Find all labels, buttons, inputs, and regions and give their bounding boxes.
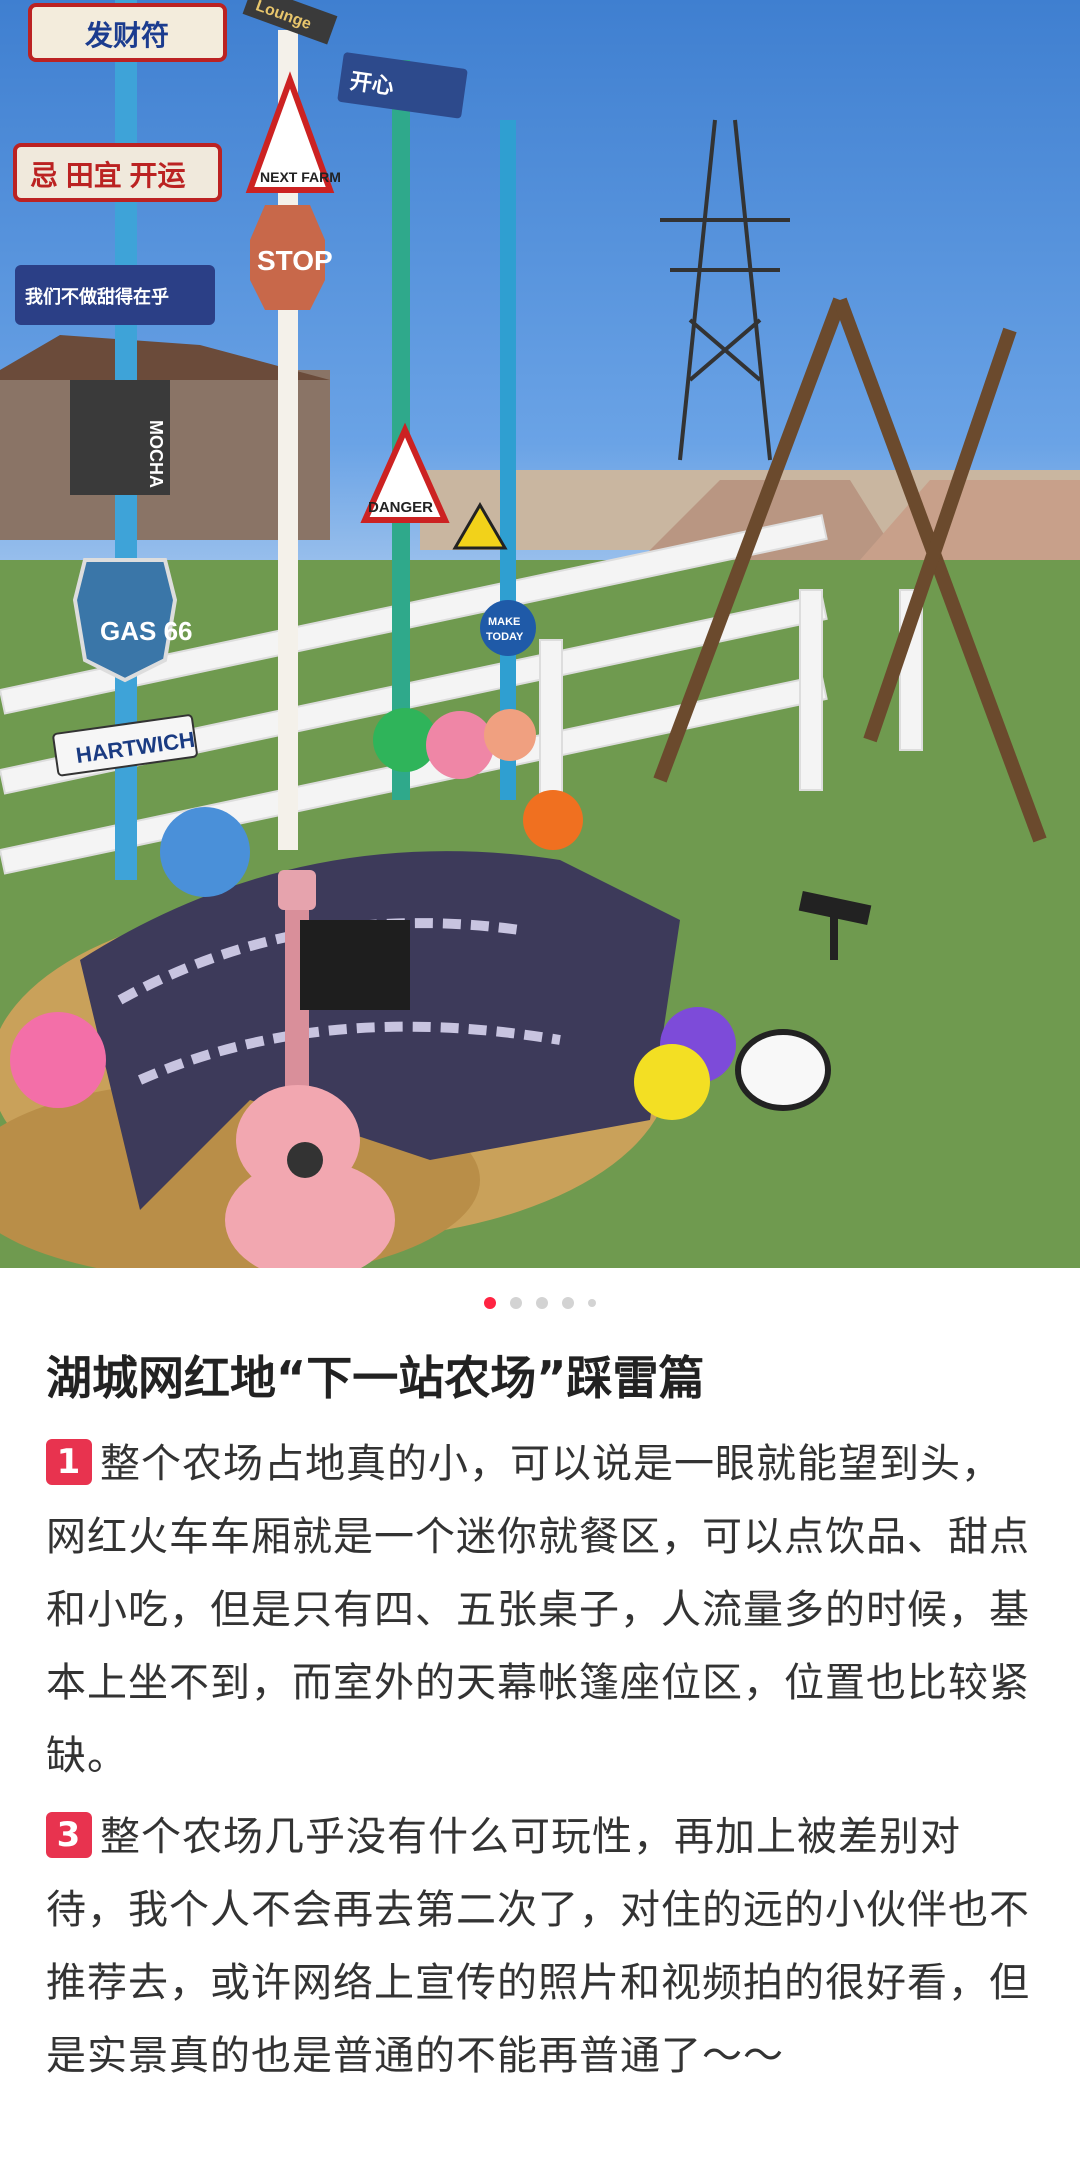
svg-text:DANGER: DANGER (368, 499, 433, 516)
carousel-indicator[interactable] (0, 1268, 1080, 1338)
svg-text:忌 田宜 开运: 忌 田宜 开运 (30, 159, 186, 191)
svg-text:GAS 66: GAS 66 (100, 616, 193, 646)
carousel-dot-2[interactable] (510, 1297, 522, 1309)
paragraph-1: 1 整个农场占地真的小，可以说是一眼就能望到头，网红火车车厢就是一个迷你就餐区，可… (46, 1428, 1034, 1793)
post-title: 湖城网红地“下一站农场”踩雷篇 (46, 1351, 705, 1405)
svg-text:我们不做甜得在乎: 我们不做甜得在乎 (25, 286, 169, 307)
svg-text:NEXT FARM: NEXT FARM (260, 169, 341, 185)
post-content: 湖城网红地“下一站农场”踩雷篇 1 整个农场占地真的小，可以说是一眼就能望到头，网… (0, 1346, 1080, 2093)
paragraph-2-text: 整个农场几乎没有什么可玩性，再加上被差别对待，我个人不会再去第二次了，对住的远的… (46, 1814, 1030, 2079)
number-badge-3: 3 (46, 1812, 92, 1858)
svg-text:MOCHA: MOCHA (146, 420, 166, 488)
post-photo[interactable]: 发财符 忌 田宜 开运 我们不做甜得在乎 NEXT FARM STOP 开心 D… (0, 0, 1080, 1268)
svg-text:发财符: 发财符 (84, 19, 169, 51)
carousel-dot-4[interactable] (562, 1297, 574, 1309)
paragraph-1-text: 整个农场占地真的小，可以说是一眼就能望到头，网红火车车厢就是一个迷你就餐区，可以… (46, 1441, 1030, 1779)
number-badge-1: 1 (46, 1439, 92, 1485)
carousel-dot-1[interactable] (484, 1297, 496, 1309)
svg-text:TODAY: TODAY (486, 631, 524, 643)
svg-text:MAKE: MAKE (488, 616, 520, 628)
carousel-dot-3[interactable] (536, 1297, 548, 1309)
carousel-dot-5[interactable] (588, 1299, 596, 1307)
svg-text:STOP: STOP (257, 245, 333, 276)
paragraph-2: 3 整个农场几乎没有什么可玩性，再加上被差别对待，我个人不会再去第二次了，对住的远… (46, 1801, 1034, 2093)
farm-scene-illustration: 发财符 忌 田宜 开运 我们不做甜得在乎 NEXT FARM STOP 开心 D… (0, 0, 1080, 1268)
